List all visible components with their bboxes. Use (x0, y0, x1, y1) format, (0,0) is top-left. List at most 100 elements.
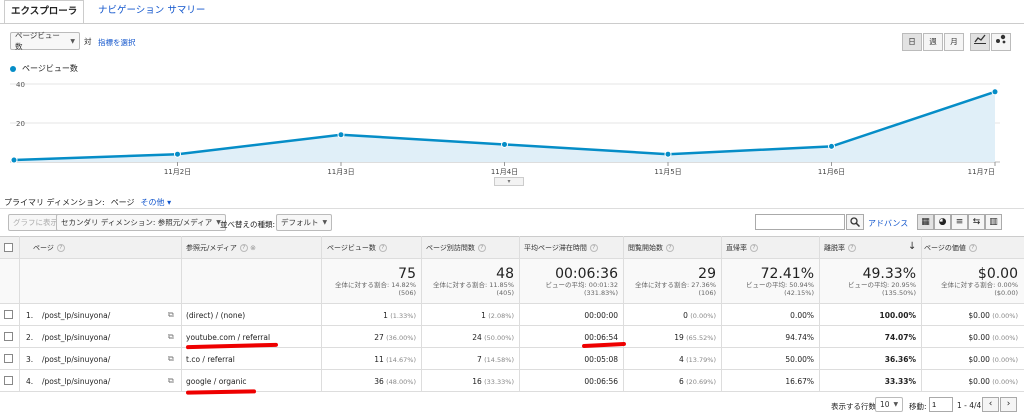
row-avgtime: 00:00:00 (584, 311, 618, 320)
dimension-divider (0, 208, 1024, 209)
period-day-button[interactable]: 日 (902, 33, 922, 51)
total-unique-site: (405) (496, 289, 514, 297)
row-bounce: 16.67% (785, 377, 814, 386)
metric-select[interactable]: ページビュー数 ▼ (10, 31, 80, 51)
plot-rows-button[interactable]: グラフに表示 (8, 214, 63, 231)
row-exit: 74.07% (884, 333, 916, 342)
header-source[interactable]: 参照元/メディア? ⊗ (186, 243, 256, 253)
row-checkbox[interactable] (4, 310, 13, 319)
table-view-icon[interactable]: ▦ (917, 214, 934, 230)
pie-view-icon[interactable]: ◕ (934, 214, 951, 230)
goto-label: 移動: (909, 402, 927, 411)
header-bounce[interactable]: 直帰率? (726, 243, 758, 253)
row-divider (0, 391, 1024, 392)
select-metric-link[interactable]: 指標を選択 (98, 37, 136, 48)
total-unique: 48 (496, 266, 514, 282)
row-source[interactable]: t.co / referral (186, 355, 235, 364)
data-point (501, 140, 508, 148)
total-exit: 49.33% (862, 266, 916, 282)
search-button[interactable] (846, 214, 864, 230)
row-source[interactable]: google / organic (186, 377, 247, 386)
x-tick-label: 11月6日 (818, 168, 845, 176)
prev-page-button[interactable]: ‹ (982, 397, 999, 412)
motion-chart-icon[interactable] (991, 33, 1011, 51)
sort-type-select[interactable]: デフォルト ▼ (276, 214, 333, 231)
next-page-button[interactable]: › (1000, 397, 1017, 412)
open-page-icon[interactable]: ⧉ (168, 376, 174, 386)
select-all-checkbox[interactable] (4, 243, 13, 252)
row-entrances: 19 (65.52%) (674, 333, 716, 342)
primary-dimension: プライマリ ディメンション: ページ その他 ▾ (4, 197, 171, 208)
primary-dimension-label: プライマリ ディメンション: (4, 198, 105, 207)
open-page-icon[interactable]: ⧉ (168, 332, 174, 342)
data-point (10, 156, 18, 164)
legend-dot-icon (10, 65, 16, 72)
advanced-link[interactable]: アドバンス (868, 218, 908, 229)
open-page-icon[interactable]: ⧉ (168, 354, 174, 364)
table-search-input[interactable] (755, 214, 845, 230)
sort-desc-icon[interactable]: ↓ (908, 241, 916, 252)
row-number: 4. (26, 377, 34, 386)
row-unique: 1 (2.08%) (481, 311, 514, 320)
col-divider (19, 236, 20, 391)
header-entrances[interactable]: 閲覧開始数? (628, 243, 674, 253)
row-value: $0.00 (0.00%) (968, 355, 1018, 364)
rows-per-page-select[interactable]: 10 ▼ (875, 397, 904, 412)
row-pageviews: 36 (48.00%) (374, 377, 416, 386)
header-value[interactable]: ページの価値? (924, 243, 977, 253)
table-header-bg (0, 236, 1024, 259)
row-entrances: 0 (0.00%) (683, 311, 716, 320)
row-pageviews: 11 (14.67%) (374, 355, 416, 364)
total-bounce-site: (42.15%) (784, 289, 814, 297)
row-checkbox[interactable] (4, 376, 13, 385)
row-page-link[interactable]: /post_lp/sinuyona/ (42, 311, 110, 320)
total-bounce-share: ビューの平均: 50.94% (745, 281, 814, 289)
period-week-button[interactable]: 週 (923, 33, 943, 51)
totals-divider (0, 303, 1024, 304)
remove-dimension-icon[interactable]: ⊗ (250, 244, 256, 252)
tab-explorer[interactable]: エクスプローラ (4, 0, 85, 24)
rows-per-page-label: 表示する行数: (831, 402, 879, 411)
header-exit[interactable]: 離脱率? (824, 243, 856, 253)
row-page-link[interactable]: /post_lp/sinuyona/ (42, 333, 110, 342)
header-pageviews[interactable]: ページビュー数? (327, 243, 387, 253)
performance-view-icon[interactable]: ≡ (951, 214, 968, 230)
primary-dimension-other[interactable]: その他 ▾ (141, 197, 172, 208)
comparison-view-icon[interactable]: ⇆ (968, 214, 985, 230)
row-checkbox[interactable] (4, 332, 13, 341)
total-value: $0.00 (977, 266, 1018, 282)
search-icon (850, 217, 861, 228)
line-chart-icon[interactable] (970, 33, 990, 51)
secondary-dimension-label: セカンダリ ディメンション: 参照元/メディア (61, 218, 213, 227)
secondary-dimension-select[interactable]: セカンダリ ディメンション: 参照元/メディア ▼ (56, 214, 226, 231)
row-checkbox[interactable] (4, 354, 13, 363)
data-point (991, 88, 999, 96)
data-point (664, 150, 672, 158)
row-number: 2. (26, 333, 34, 342)
row-unique: 24 (50.00%) (472, 333, 514, 342)
open-page-icon[interactable]: ⧉ (168, 310, 174, 320)
area-fill (14, 91, 995, 162)
row-source[interactable]: (direct) / (none) (186, 311, 245, 320)
row-exit: 36.36% (884, 355, 916, 364)
total-bounce: 72.41% (760, 266, 814, 282)
x-tick-label: 11月2日 (164, 168, 191, 176)
pivot-view-icon[interactable]: ▥ (985, 214, 1002, 230)
x-tick-label: 11月3日 (327, 168, 354, 176)
total-avgtime-site: (331.83%) (584, 289, 618, 297)
header-unique[interactable]: ページ別訪問数? (426, 243, 486, 253)
row-page-link[interactable]: /post_lp/sinuyona/ (42, 377, 110, 386)
total-unique-share: 全体に対する割合: 11.85% (432, 281, 514, 289)
row-number: 1. (26, 311, 34, 320)
chart-resize-handle[interactable]: ▾ (494, 177, 524, 186)
row-source[interactable]: youtube.com / referral (186, 333, 270, 342)
x-tick-label: 11月7日 (968, 168, 995, 176)
annotation-underline (185, 389, 257, 395)
header-page[interactable]: ページ? (33, 243, 65, 253)
header-avgtime[interactable]: 平均ページ滞在時間? (524, 243, 598, 253)
period-month-button[interactable]: 月 (944, 33, 964, 51)
goto-page-input[interactable] (929, 397, 953, 412)
row-page-link[interactable]: /post_lp/sinuyona/ (42, 355, 110, 364)
tab-navigation-summary[interactable]: ナビゲーション サマリー (92, 0, 211, 24)
total-value-site: ($0.00) (994, 289, 1018, 297)
